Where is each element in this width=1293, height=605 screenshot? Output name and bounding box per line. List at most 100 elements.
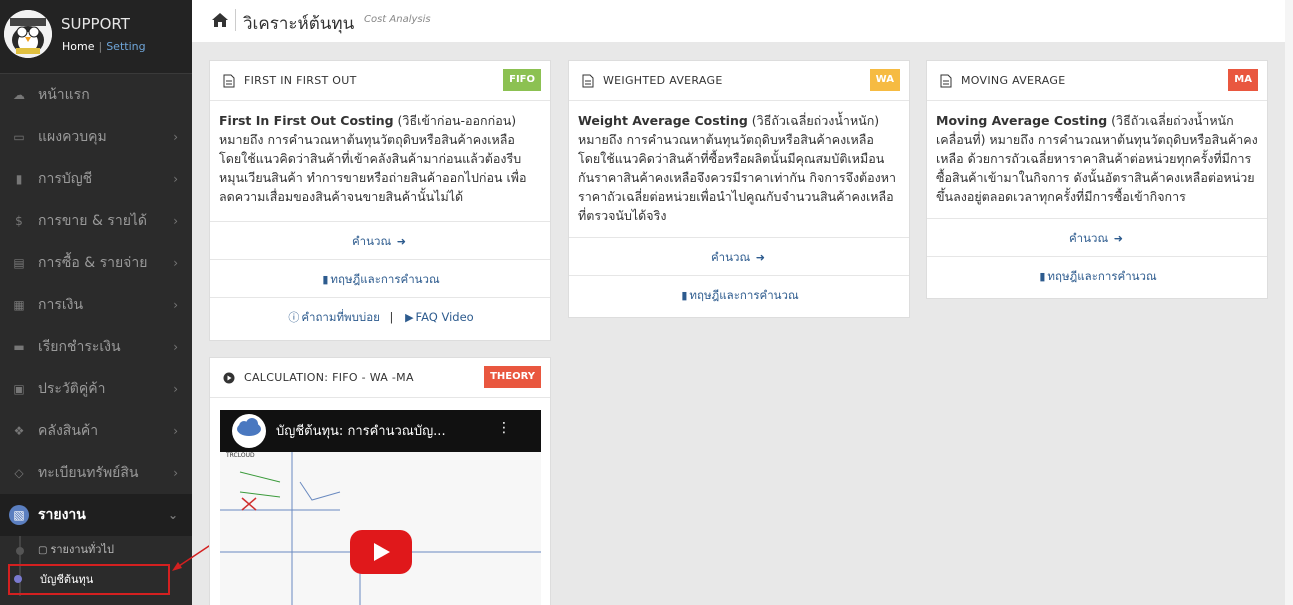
sidebar-item-10[interactable]: ◇ ทะเบียนทรัพย์สิน › (0, 452, 192, 494)
sidebar-subitem-general-report[interactable]: ▢ รายงานทั่วไป (0, 536, 192, 564)
faq-link[interactable]: ⓘ คำถามที่พบบ่อย (286, 310, 380, 324)
cart-icon: ▤ (13, 256, 25, 270)
sidebar: SUPPORT Home | Setting ☁ หน้าแรก ▭ แผงควบคุม ›… (0, 0, 192, 605)
brand-header: SUPPORT Home | Setting (0, 0, 192, 74)
card-header: FIRST IN FIRST OUT FIFO (210, 61, 550, 101)
calculate-link[interactable]: คำนวณ ➜ (927, 218, 1267, 256)
theory-link[interactable]: ▮ ทฤษฎีและการคำนวณ (569, 275, 909, 313)
book-icon: ▮ (681, 289, 688, 302)
sidebar-item-6[interactable]: ▦ การเงิน › (0, 284, 192, 326)
chevron-right-icon: › (173, 130, 178, 144)
theory-link[interactable]: ▮ ทฤษฎีและการคำนวณ (210, 259, 550, 297)
monitor-icon: ▭ (13, 130, 25, 144)
video-title[interactable]: บัญชีต้นทุน: การคำนวณบัญ... (276, 420, 446, 441)
card-header: WEIGHTED AVERAGE WA (569, 61, 909, 101)
chevron-down-icon: ⌄ (167, 508, 178, 522)
home-link[interactable]: Home (62, 40, 94, 53)
chevron-right-icon: › (173, 256, 178, 270)
card-header: CALCULATION: FIFO - WA -MA THEORY (210, 358, 550, 398)
book-icon: ▮ (15, 172, 23, 186)
sidebar-item-label: ทะเบียนทรัพย์สิน (38, 465, 139, 481)
user-avatar[interactable] (4, 10, 52, 58)
channel-logo-icon (232, 414, 266, 448)
header-divider (235, 9, 236, 31)
calculation-video-card: CALCULATION: FIFO - WA -MA THEORY บัญชีต… (209, 357, 551, 605)
sidebar-item-4[interactable]: $ การขาย & รายได้ › (0, 200, 192, 242)
cubes-icon: ❖ (13, 424, 25, 438)
sidebar-item-2[interactable]: ▭ แผงควบคุม › (0, 116, 192, 158)
chevron-right-icon: › (173, 298, 178, 312)
video-more-icon[interactable]: ⋮ (497, 420, 511, 436)
sidebar-item-9[interactable]: ❖ คลังสินค้า › (0, 410, 192, 452)
channel-name: TRCLOUD (226, 452, 255, 459)
sidebar-item-label: การขาย & รายได้ (38, 213, 148, 229)
sidebar-menu: ☁ หน้าแรก ▭ แผงควบคุม › ▮ การบัญชี › $ การขาย & ร… (0, 74, 192, 536)
document-icon (582, 74, 594, 88)
sidebar-item-label: แผงควบคุม (38, 129, 107, 145)
whiteboard-thumbnail (220, 452, 541, 605)
sidebar-subitem-cost-accounting[interactable]: บัญชีต้นทุน (8, 564, 170, 595)
dollar-icon: $ (15, 214, 23, 228)
card-lead: Moving Average Costing (936, 113, 1108, 128)
wa-badge: WA (869, 69, 900, 91)
link-separator: | (98, 40, 103, 53)
youtube-play-icon[interactable] (350, 530, 412, 574)
page-scrollbar[interactable] (1285, 0, 1293, 605)
youtube-video-embed[interactable]: บัญชีต้นทุน: การคำนวณบัญ... ⋮ TRCLOUD (220, 410, 541, 605)
report-icon: ▧ (9, 505, 29, 525)
arrow-right-icon: ➜ (1113, 232, 1123, 245)
sidebar-item-3[interactable]: ▮ การบัญชี › (0, 158, 192, 200)
sidebar-item-label: เรียกชำระเงิน (38, 339, 121, 355)
sidebar-item-label: หน้าแรก (38, 87, 90, 103)
calculate-link[interactable]: คำนวณ ➜ (569, 237, 909, 275)
card-text: (วิธีถัวเฉลี่ยถ่วงน้ำหนัก) หมายถึง การคำ… (578, 113, 897, 223)
page-title: วิเคราะห์ต้นทุน (243, 14, 355, 34)
faq-video-link[interactable]: ▶ FAQ Video (403, 310, 474, 324)
faq-label: คำถามที่พบบ่อย (301, 310, 380, 324)
cloud-icon: ☁ (13, 88, 25, 102)
card-description: First In First Out Costing (วิธีเข้าก่อน… (210, 101, 550, 218)
sidebar-item-11[interactable]: ▧ รายงาน ⌄ (0, 494, 192, 536)
subitem-label: บัญชีต้นทุน (40, 573, 94, 586)
calendar-icon: ▦ (13, 298, 25, 312)
sidebar-item-1[interactable]: ☁ หน้าแรก (0, 74, 192, 116)
theory-label: ทฤษฎีและการคำนวณ (330, 272, 440, 286)
sidebar-item-8[interactable]: ▣ ประวัติคู่ค้า › (0, 368, 192, 410)
sidebar-item-label: ประวัติคู่ค้า (38, 381, 106, 397)
setting-link[interactable]: Setting (106, 40, 145, 53)
sidebar-item-5[interactable]: ▤ การซื้อ & รายจ่าย › (0, 242, 192, 284)
wa-card: WEIGHTED AVERAGE WA Weight Average Costi… (568, 60, 910, 318)
card-description: Weight Average Costing (วิธีถัวเฉลี่ยถ่ว… (569, 101, 909, 237)
diamond-icon: ◇ (14, 466, 24, 480)
faq-row: ⓘ คำถามที่พบบ่อย | ▶ FAQ Video (210, 297, 550, 335)
credit-card-icon: ▬ (13, 340, 25, 354)
page-header: วิเคราะห์ต้นทุน Cost Analysis (192, 0, 1285, 42)
card-title: MOVING AVERAGE (961, 74, 1066, 87)
home-icon[interactable] (211, 11, 229, 29)
card-title: WEIGHTED AVERAGE (603, 74, 723, 87)
card-title: FIRST IN FIRST OUT (244, 74, 357, 87)
info-icon: ⓘ (288, 311, 300, 324)
calculate-link[interactable]: คำนวณ ➜ (210, 221, 550, 259)
theory-badge: THEORY (484, 366, 541, 388)
chevron-right-icon: › (173, 172, 178, 186)
calculate-label: คำนวณ (351, 234, 392, 248)
theory-label: ทฤษฎีและการคำนวณ (689, 288, 799, 302)
card-lead: Weight Average Costing (578, 113, 748, 128)
chevron-right-icon: › (173, 466, 178, 480)
play-circle-icon (223, 372, 235, 384)
document-icon (223, 74, 235, 88)
theory-label: ทฤษฎีและการคำนวณ (1047, 269, 1157, 283)
card-description: Moving Average Costing (วิธีถัวเฉลี่ยถ่ว… (927, 101, 1267, 218)
sidebar-item-label: การบัญชี (38, 171, 93, 187)
calculate-label: คำนวณ (1068, 231, 1109, 245)
theory-link[interactable]: ▮ ทฤษฎีและการคำนวณ (927, 256, 1267, 294)
sidebar-item-7[interactable]: ▬ เรียกชำระเงิน › (0, 326, 192, 368)
doc-icon: ▢ (38, 545, 48, 556)
chevron-right-icon: › (173, 382, 178, 396)
page-subtitle: Cost Analysis (364, 14, 431, 25)
chevron-right-icon: › (173, 340, 178, 354)
chevron-right-icon: › (173, 214, 178, 228)
contact-icon: ▣ (13, 382, 25, 396)
bullet-icon (16, 547, 24, 555)
